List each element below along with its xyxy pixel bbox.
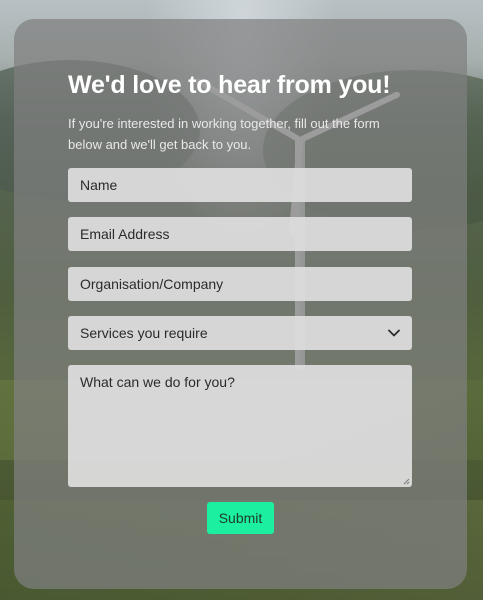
- form-title: We'd love to hear from you!: [68, 71, 391, 99]
- organisation-field[interactable]: [68, 267, 412, 301]
- form-subtitle: If you're interested in working together…: [68, 116, 380, 152]
- chevron-down-icon: [388, 329, 400, 337]
- background-landscape: We'd love to hear from you! If you're in…: [0, 0, 483, 600]
- name-field[interactable]: [68, 168, 412, 202]
- contact-form-card: We'd love to hear from you! If you're in…: [14, 19, 467, 589]
- services-select-value: Services you require: [80, 325, 208, 341]
- services-select[interactable]: Services you require: [68, 316, 412, 350]
- email-field[interactable]: [68, 217, 412, 251]
- message-textarea[interactable]: [68, 365, 412, 487]
- submit-button[interactable]: Submit: [207, 502, 274, 534]
